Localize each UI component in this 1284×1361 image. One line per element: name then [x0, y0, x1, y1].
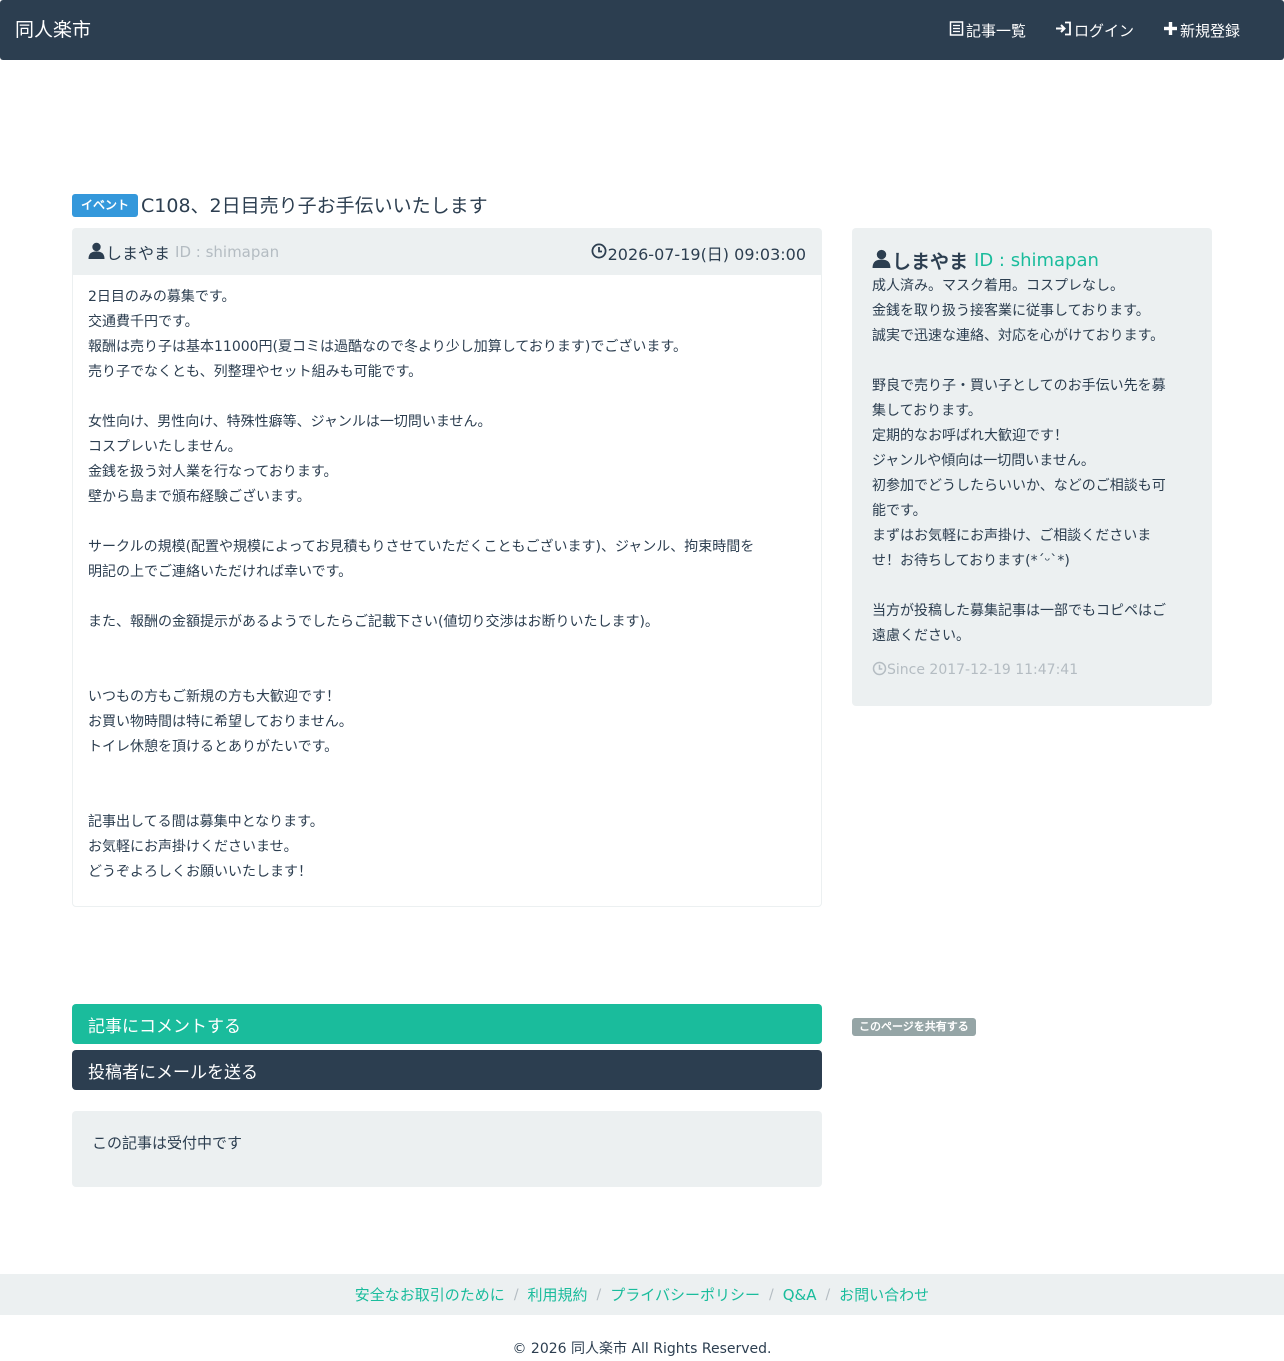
post-body-line: いつもの方もご新規の方も大歓迎です！	[88, 689, 340, 705]
nav-article-list[interactable]: 記事一覧	[949, 20, 1026, 41]
profile-bio-line	[872, 574, 1192, 599]
post-panel: しまやま ID : shimapan 2026-07-19(日) 09:03:0…	[72, 228, 822, 907]
profile-bio-line: 成人済み。マスク着用。コスプレなし。	[872, 278, 1124, 294]
profile-bio-line: 金銭を取り扱う接客業に従事しております。	[872, 303, 1150, 319]
profile-since: Since 2017-12-19 11:47:41	[872, 660, 1192, 680]
post-body-line	[88, 385, 806, 410]
post-date: 2026-07-19(日) 09:03:00	[591, 241, 806, 265]
profile-bio-line: 誠実で迅速な連絡、対応を心がけております。	[872, 328, 1165, 344]
login-icon	[1055, 21, 1074, 40]
post-body-line: 交通費千円です。	[88, 314, 199, 330]
footer-link-terms[interactable]: 利用規約	[528, 1284, 588, 1305]
profile-bio: 成人済み。マスク着用。コスプレなし。金銭を取り扱う接客業に従事しております。 誠実…	[872, 274, 1192, 649]
footer-separator: /	[768, 1286, 774, 1303]
post-status: この記事は受付中です	[72, 1111, 822, 1187]
share-page-badge: このページを共有する	[852, 1018, 976, 1036]
post-date-text: 2026-07-19(日) 09:03:00	[607, 245, 806, 264]
post-body-line: トイレ休憩を頂けるとありがたいです。	[88, 739, 339, 755]
post-body-line: 明記の上でご連絡いただければ幸いです。	[88, 564, 353, 580]
post-body-line: どうぞよろしくお願いいたします！	[88, 864, 312, 880]
profile-bio-line	[872, 349, 1192, 374]
post-body-line: コスプレいたしません。	[88, 439, 242, 455]
post-body-line	[88, 760, 806, 785]
post-body-line: お気軽にお声掛けくださいませ。	[88, 839, 298, 855]
plus-icon	[1163, 21, 1180, 40]
clock-icon	[872, 661, 887, 680]
footer-separator: /	[596, 1286, 602, 1303]
post-body-line: お買い物時間は特に希望しておりません。	[88, 714, 353, 730]
post-header: しまやま ID : shimapan 2026-07-19(日) 09:03:0…	[73, 229, 821, 275]
copyright: © 2026 同人楽市 All Rights Reserved.	[512, 1341, 772, 1357]
profile-since-text: Since 2017-12-19 11:47:41	[887, 662, 1079, 678]
profile-bio-line: 定期的なお呼ばれ大歓迎です！	[872, 428, 1068, 444]
footer-separator: /	[825, 1286, 831, 1303]
post-body-line: 女性向け、男性向け、特殊性癖等、ジャンルは一切問いません。	[88, 414, 492, 430]
profile-bio-line: 野良で売り子・買い子としてのお手伝い先を募	[872, 378, 1166, 394]
category-label[interactable]: イベント	[72, 193, 139, 217]
clock-icon	[591, 243, 608, 263]
send-mail-button[interactable]: 投稿者にメールを送る	[72, 1050, 822, 1090]
nav-login-label: ログイン	[1073, 21, 1134, 40]
nav-links: 記事一覧 ログイン 新規登録	[949, 0, 1240, 60]
nav-register[interactable]: 新規登録	[1163, 20, 1240, 41]
user-icon	[88, 242, 105, 263]
post-body-line	[88, 660, 806, 685]
list-icon	[949, 20, 966, 40]
post-body-line: 2日目のみの募集です。	[88, 289, 236, 305]
post-body-line	[88, 635, 806, 660]
nav-article-list-label: 記事一覧	[965, 21, 1026, 40]
profile-bio-line: 集しております。	[872, 403, 982, 419]
profile-id[interactable]: ID : shimapan	[974, 250, 1099, 271]
profile-name: しまやま	[892, 250, 969, 273]
site-brand[interactable]: 同人楽市	[15, 17, 91, 43]
nav-register-label: 新規登録	[1179, 21, 1240, 40]
user-icon	[872, 249, 891, 272]
profile-bio-line: まずはお気軽にお声掛け、ご相談くださいま	[872, 528, 1152, 544]
post-body-line: 記事出してる間は募集中となります。	[88, 814, 324, 830]
footer-links: 安全なお取引のために / 利用規約 / プライバシーポリシー / Q&A / お…	[0, 1274, 1284, 1315]
profile-header: しまやま ID : shimapan	[872, 246, 1192, 274]
post-author-name[interactable]: しまやま	[106, 240, 170, 264]
post-body: 2日目のみの募集です。 交通費千円です。報酬は売り子は基本11000円(夏コミは過…	[73, 275, 821, 885]
profile-bio-line: 当方が投稿した募集記事は一部でもコピペはご	[872, 603, 1166, 619]
footer-separator: /	[513, 1286, 519, 1303]
footer-link-privacy[interactable]: プライバシーポリシー	[610, 1284, 760, 1305]
comment-button[interactable]: 記事にコメントする	[72, 1004, 822, 1044]
post-body-line	[88, 510, 806, 535]
post-title-row: イベント C108、2日目売り子お手伝いいたします	[72, 191, 488, 217]
nav-login[interactable]: ログイン	[1055, 20, 1134, 41]
profile-bio-line: せ！お待ちしております(*ˊᵕˋ*)	[872, 553, 1070, 569]
post-body-line: 報酬は売り子は基本11000円(夏コミは過酷なので冬より少し加算しております)で…	[88, 339, 687, 355]
post-body-line: サークルの規模(配置や規模によってお見積もりさせていただくこともございます)、ジ…	[88, 539, 755, 555]
post-body-line: 金銭を扱う対人業を行なっております。	[88, 464, 338, 480]
post-title: C108、2日目売り子お手伝いいたします	[141, 194, 488, 217]
footer-link-safety[interactable]: 安全なお取引のために	[355, 1284, 505, 1305]
top-navbar: 同人楽市 記事一覧 ログイン 新規登録	[0, 0, 1284, 60]
post-body-line: また、報酬の金額提示があるようでしたらご記載下さい(値切り交渉はお断りいたします…	[88, 614, 659, 630]
footer-link-contact[interactable]: お問い合わせ	[839, 1284, 929, 1305]
footer-link-qa[interactable]: Q&A	[783, 1286, 817, 1304]
post-body-line	[88, 785, 806, 810]
post-body-line: 壁から島まで頒布経験ございます。	[88, 489, 311, 505]
profile-bio-line: 能です。	[872, 503, 927, 519]
profile-bio-line: 初参加でどうしたらいいか、などのご相談も可	[872, 478, 1166, 494]
profile-bio-line: ジャンルや傾向は一切問いません。	[872, 453, 1095, 469]
profile-bio-line: 遠慮ください。	[872, 628, 970, 644]
post-author-id: ID : shimapan	[175, 243, 280, 261]
author-profile-card: しまやま ID : shimapan 成人済み。マスク着用。コスプレなし。金銭を…	[852, 228, 1212, 706]
post-body-line: 売り子でなくとも、列整理やセット組みも可能です。	[88, 364, 423, 380]
post-body-line	[88, 585, 806, 610]
